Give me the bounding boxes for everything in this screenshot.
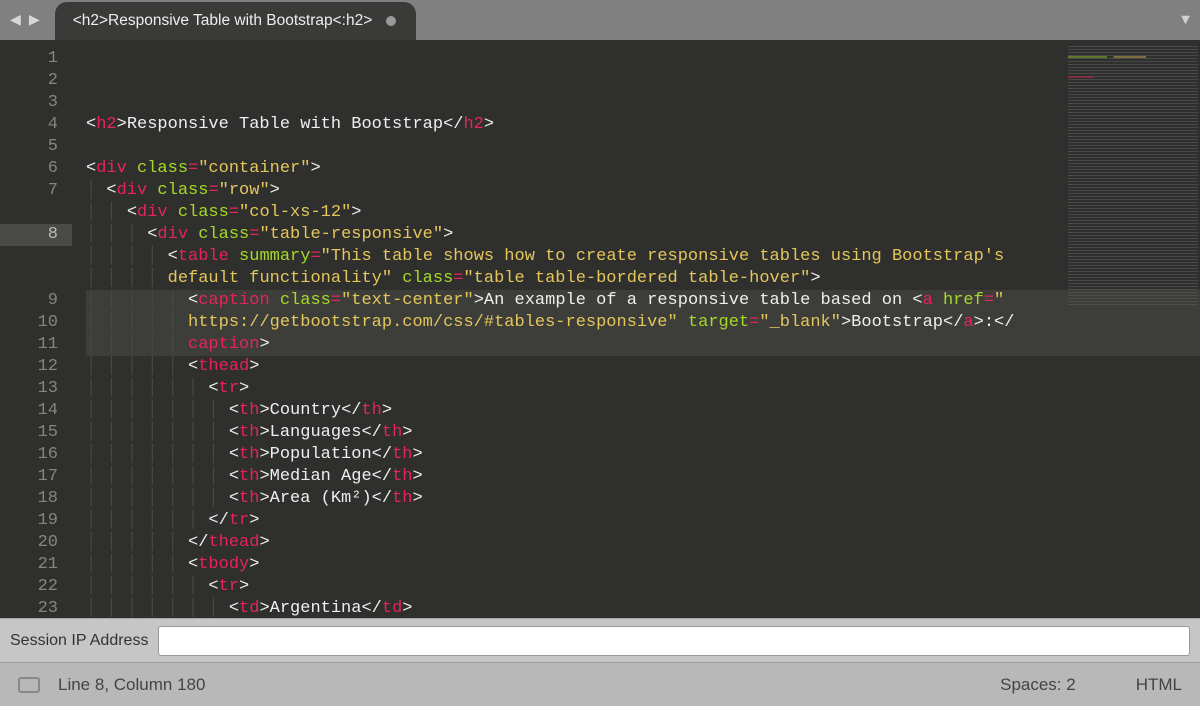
status-bar: Line 8, Column 180 Spaces: 2 HTML [0, 662, 1200, 706]
tabs-dropdown-icon[interactable]: ▼ [1181, 12, 1190, 29]
panel-icon[interactable] [18, 677, 40, 693]
line-gutter: 1234567.8..91011121314151617181920212223 [0, 40, 72, 618]
editor-area[interactable]: 1234567.8..91011121314151617181920212223… [0, 40, 1200, 618]
code-content[interactable]: <h2>Responsive Table with Bootstrap</h2>… [72, 40, 1200, 618]
session-ip-input[interactable] [158, 626, 1190, 656]
dirty-indicator-icon [386, 16, 396, 26]
tab-bar: ◀ ▶ <h2>Responsive Table with Bootstrap<… [0, 0, 1200, 40]
nav-back-icon[interactable]: ◀ [10, 9, 21, 31]
status-cursor[interactable]: Line 8, Column 180 [58, 675, 205, 695]
session-panel: Session IP Address [0, 618, 1200, 662]
nav-arrows: ◀ ▶ [10, 9, 55, 31]
tab-active[interactable]: <h2>Responsive Table with Bootstrap<:h2> [55, 2, 417, 40]
tab-title: <h2>Responsive Table with Bootstrap<:h2> [73, 12, 373, 30]
nav-forward-icon[interactable]: ▶ [29, 9, 40, 31]
status-indent[interactable]: Spaces: 2 [1000, 675, 1076, 695]
session-ip-label: Session IP Address [10, 632, 148, 650]
status-language[interactable]: HTML [1136, 675, 1182, 695]
